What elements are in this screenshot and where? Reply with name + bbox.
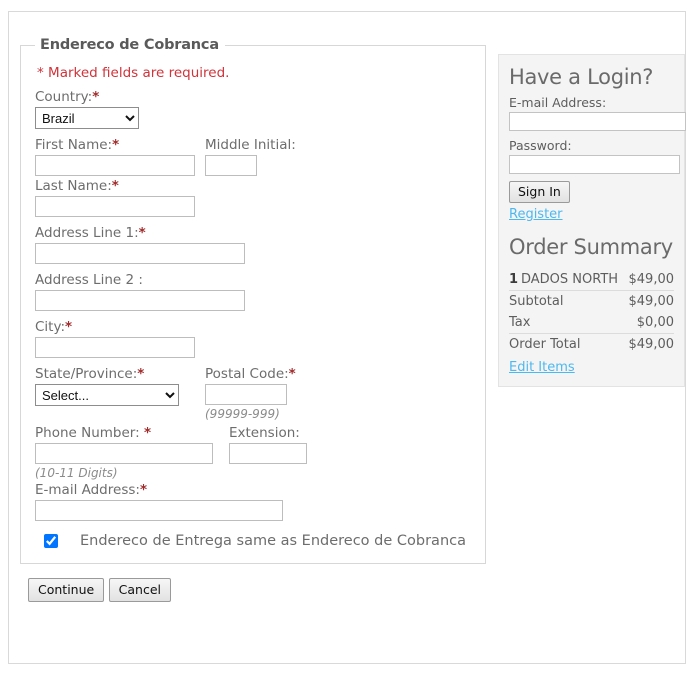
order-total-label: Order Total	[509, 337, 581, 352]
first-name-label-text: First Name:	[35, 137, 113, 153]
sign-in-button[interactable]: Sign In	[509, 181, 570, 203]
phone-number-field: Phone Number: * (10-11 Digits)	[35, 425, 229, 480]
tax-row: Tax $0,00	[509, 312, 674, 334]
login-password-label: Password:	[509, 138, 572, 153]
country-field: Country:* Brazil	[35, 89, 471, 129]
sidebar-panel: Have a Login? E-mail Address: Password: …	[498, 54, 686, 387]
state-postal-row: State/Province:* Select... Postal Code:*…	[35, 366, 471, 421]
form-actions: Continue Cancel	[28, 578, 486, 602]
edit-items-link[interactable]: Edit Items	[509, 360, 575, 375]
same-address-row: Endereco de Entrega same as Endereco de …	[44, 533, 471, 549]
login-email-label: E-mail Address:	[509, 95, 607, 110]
extension-label: Extension:	[229, 425, 300, 441]
last-name-field: Last Name:*	[35, 178, 471, 217]
order-summary-heading: Order Summary	[509, 235, 673, 259]
login-email-input[interactable]	[509, 112, 686, 131]
required-fields-note: * Marked fields are required.	[37, 65, 230, 81]
city-input[interactable]	[35, 337, 195, 358]
middle-initial-field: Middle Initial:	[205, 137, 296, 176]
postal-code-hint: (99999-999)	[205, 407, 280, 421]
extension-input[interactable]	[229, 443, 307, 464]
tax-label: Tax	[509, 312, 626, 334]
required-asterisk: *	[288, 366, 296, 382]
address-line-1-input[interactable]	[35, 243, 245, 264]
country-label: Country:*	[35, 89, 471, 105]
first-name-field: First Name:*	[35, 137, 205, 176]
page-frame: Endereco de Cobranca * Marked fields are…	[8, 11, 686, 664]
line-item-amount: $49,00	[625, 269, 674, 291]
middle-initial-input[interactable]	[205, 155, 257, 176]
last-name-label-text: Last Name:	[35, 178, 112, 194]
postal-code-label-text: Postal Code:	[205, 366, 289, 382]
register-link[interactable]: Register	[509, 207, 563, 222]
city-field: City:*	[35, 319, 471, 358]
same-address-checkbox[interactable]	[44, 534, 58, 548]
postal-code-input[interactable]	[205, 384, 287, 405]
required-asterisk: *	[143, 425, 152, 441]
email-label: E-mail Address:*	[35, 482, 471, 498]
state-province-label-text: State/Province:	[35, 366, 138, 382]
required-asterisk: *	[112, 137, 120, 153]
country-label-text: Country:	[35, 89, 93, 105]
address-line-2-field: Address Line 2 :	[35, 272, 471, 311]
address-line-1-label-text: Address Line 1:	[35, 225, 139, 241]
phone-number-label: Phone Number: *	[35, 425, 229, 441]
postal-code-label: Postal Code:*	[205, 366, 296, 382]
line-item-name: DADOS NORTH	[521, 269, 626, 291]
billing-address-legend: Endereco de Cobranca	[40, 37, 219, 53]
email-label-text: E-mail Address:	[35, 482, 140, 498]
last-name-label: Last Name:*	[35, 178, 471, 194]
order-summary-table: 1 DADOS NORTH $49,00 Subtotal $49,00 Tax…	[509, 269, 674, 355]
name-row: First Name:* Middle Initial:	[35, 137, 471, 176]
phone-number-input[interactable]	[35, 443, 213, 464]
order-line-item-row: 1 DADOS NORTH $49,00	[509, 269, 674, 291]
required-asterisk: *	[92, 89, 100, 105]
continue-button[interactable]: Continue	[28, 578, 105, 602]
order-total-amount: $49,00	[628, 337, 675, 352]
subtotal-row: Subtotal $49,00	[509, 291, 674, 313]
state-province-field: State/Province:* Select...	[35, 366, 205, 406]
postal-code-field: Postal Code:* (99999-999)	[205, 366, 296, 421]
city-label-text: City:	[35, 319, 66, 335]
extension-field: Extension:	[229, 425, 307, 464]
required-asterisk: *	[111, 178, 119, 194]
address-line-1-field: Address Line 1:*	[35, 225, 471, 264]
cancel-button[interactable]: Cancel	[108, 578, 172, 602]
first-name-label: First Name:*	[35, 137, 205, 153]
edit-items-wrap: Edit Items	[509, 358, 674, 376]
subtotal-label: Subtotal	[509, 294, 564, 309]
first-name-input[interactable]	[35, 155, 195, 176]
address-line-1-label: Address Line 1:*	[35, 225, 471, 241]
order-total-row: Order Total $49,00	[509, 334, 674, 356]
state-province-label: State/Province:*	[35, 366, 205, 382]
email-input[interactable]	[35, 500, 283, 521]
login-password-input[interactable]	[509, 155, 680, 174]
country-select[interactable]: Brazil	[35, 107, 139, 129]
state-province-select[interactable]: Select...	[35, 384, 179, 406]
middle-initial-label: Middle Initial:	[205, 137, 296, 153]
login-heading: Have a Login?	[509, 65, 654, 89]
phone-extension-row: Phone Number: * (10-11 Digits) Extension…	[35, 425, 471, 480]
last-name-input[interactable]	[35, 196, 195, 217]
required-asterisk: *	[65, 319, 73, 335]
email-field: E-mail Address:*	[35, 482, 471, 521]
tax-amount: $0,00	[625, 312, 674, 334]
line-item-qty: 1	[509, 269, 521, 291]
address-line-2-input[interactable]	[35, 290, 245, 311]
city-label: City:*	[35, 319, 471, 335]
required-asterisk: *	[137, 366, 145, 382]
phone-number-hint: (10-11 Digits)	[35, 466, 118, 480]
billing-address-fieldset: Endereco de Cobranca * Marked fields are…	[20, 37, 486, 564]
checkout-form: Endereco de Cobranca * Marked fields are…	[20, 37, 486, 602]
required-asterisk: *	[138, 225, 146, 241]
same-address-label: Endereco de Entrega same as Endereco de …	[80, 533, 466, 549]
subtotal-amount: $49,00	[628, 294, 675, 309]
phone-number-label-text: Phone Number:	[35, 425, 144, 441]
required-asterisk: *	[139, 482, 147, 498]
address-line-2-label: Address Line 2 :	[35, 272, 143, 288]
